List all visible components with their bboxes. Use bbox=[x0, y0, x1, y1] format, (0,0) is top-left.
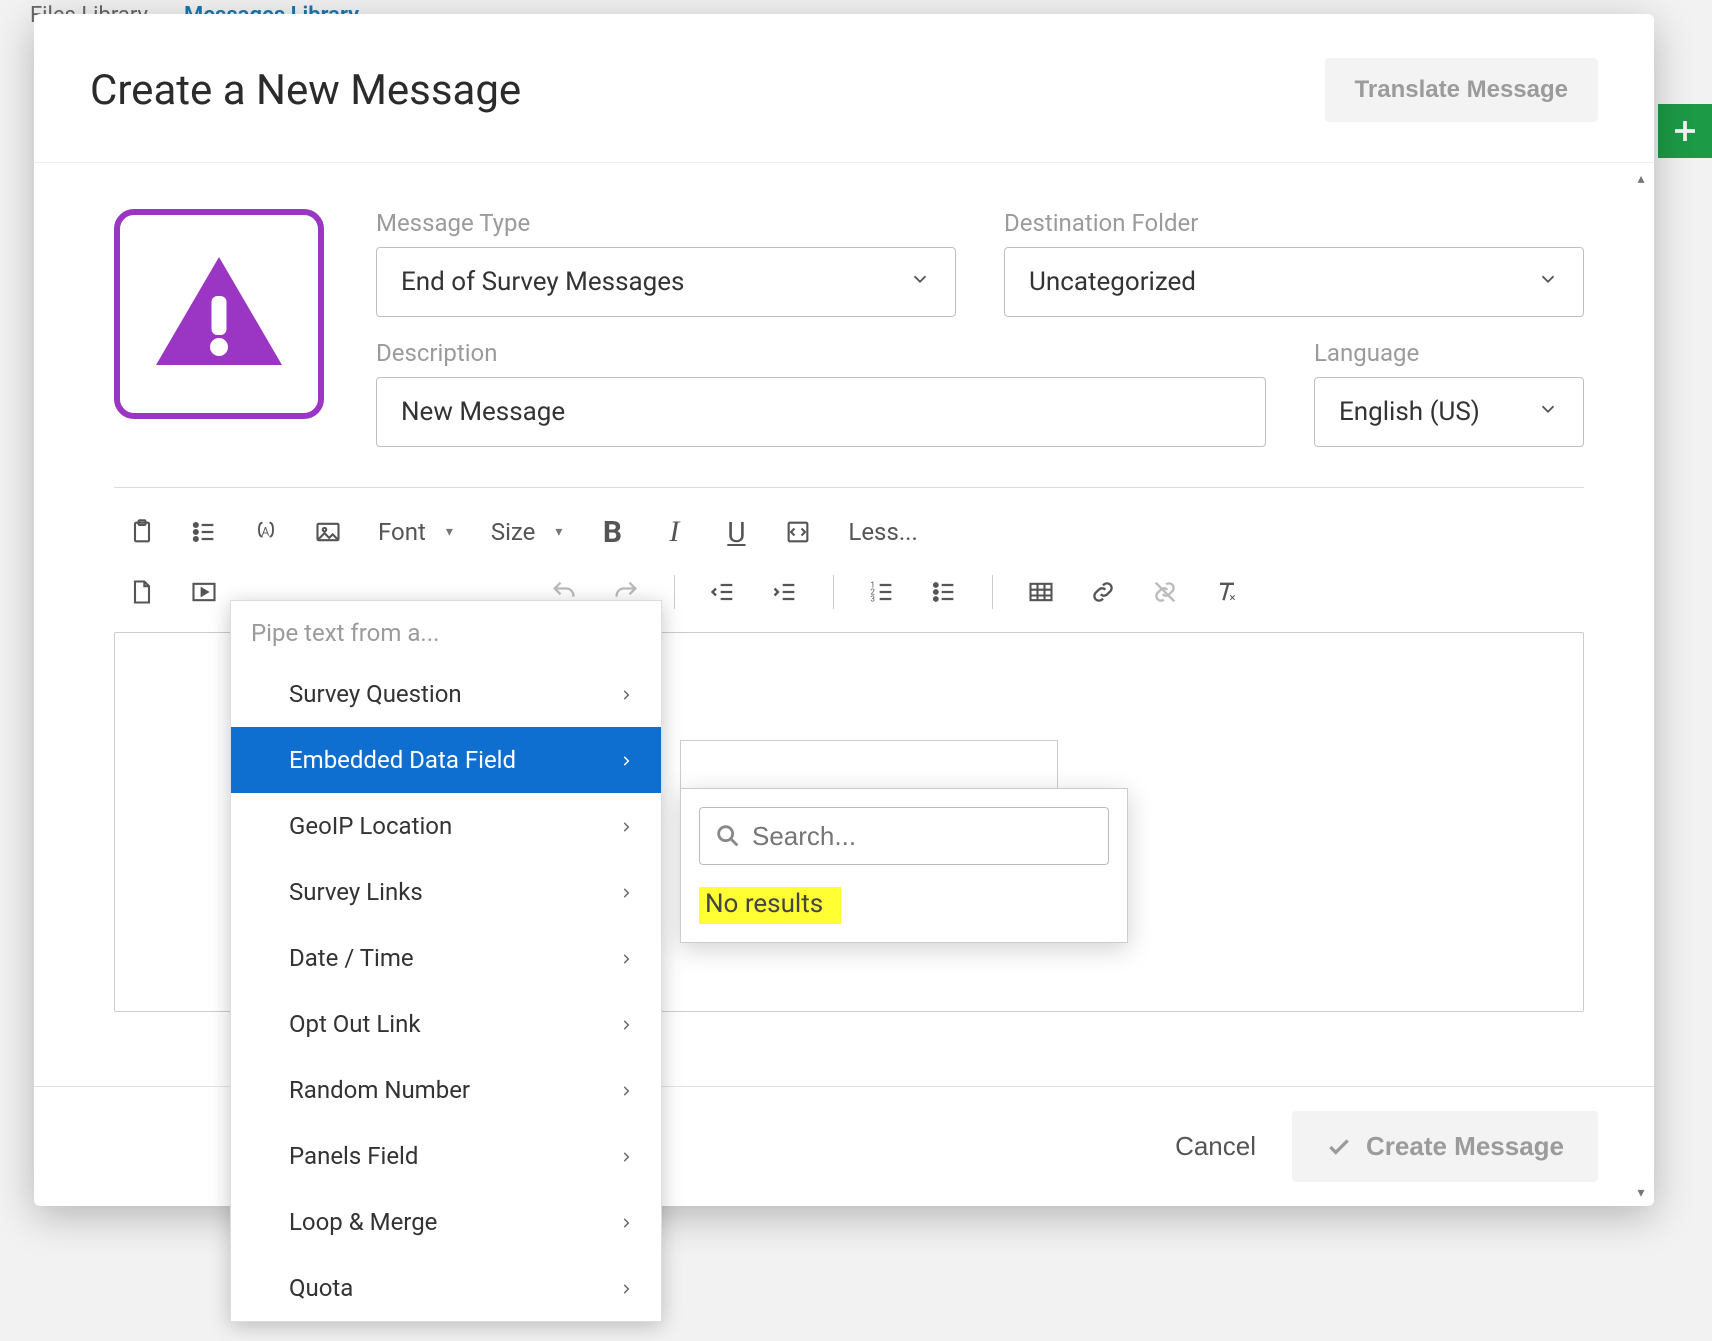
pipe-menu-item-label: Quota bbox=[289, 1274, 353, 1302]
media-icon[interactable] bbox=[182, 570, 226, 614]
svg-text:3: 3 bbox=[870, 593, 875, 603]
embedded-data-search[interactable] bbox=[699, 807, 1109, 865]
language-value: English (US) bbox=[1339, 397, 1480, 427]
remove-format-icon[interactable]: × bbox=[1205, 570, 1249, 614]
table-icon[interactable] bbox=[1019, 570, 1063, 614]
create-message-button[interactable]: Create Message bbox=[1292, 1111, 1598, 1182]
chevron-down-icon bbox=[1537, 397, 1559, 427]
pipe-menu-item[interactable]: Random Number bbox=[231, 1057, 661, 1123]
chevron-right-icon bbox=[619, 1274, 633, 1302]
cancel-button[interactable]: Cancel bbox=[1175, 1131, 1256, 1162]
embedded-data-search-input[interactable] bbox=[752, 821, 1094, 852]
pipe-menu-item-label: Date / Time bbox=[289, 944, 414, 972]
modal-header: Create a New Message Translate Message bbox=[34, 14, 1654, 163]
size-dropdown[interactable]: Size bbox=[481, 518, 573, 546]
toolbar-divider bbox=[833, 575, 834, 609]
pipe-menu-item[interactable]: Survey Links bbox=[231, 859, 661, 925]
link-icon[interactable] bbox=[1081, 570, 1125, 614]
svg-text:A: A bbox=[262, 525, 270, 539]
image-icon[interactable] bbox=[306, 510, 350, 554]
less-toggle[interactable]: Less... bbox=[838, 518, 927, 546]
underline-button[interactable]: U bbox=[714, 510, 758, 554]
unlink-icon[interactable] bbox=[1143, 570, 1187, 614]
chevron-right-icon bbox=[619, 812, 633, 840]
pipe-menu-item[interactable]: Opt Out Link bbox=[231, 991, 661, 1057]
pipe-menu-item[interactable]: GeoIP Location bbox=[231, 793, 661, 859]
pipe-menu-item[interactable]: Date / Time bbox=[231, 925, 661, 991]
chevron-right-icon bbox=[619, 1208, 633, 1236]
no-results-text: No results bbox=[699, 887, 841, 924]
file-icon[interactable] bbox=[120, 570, 164, 614]
pipe-menu-item-label: Random Number bbox=[289, 1076, 470, 1104]
search-icon bbox=[714, 822, 742, 850]
message-type-icon bbox=[114, 209, 324, 419]
piped-text-menu-header: Pipe text from a... bbox=[231, 601, 661, 661]
numbered-list-icon[interactable]: 123 bbox=[860, 570, 904, 614]
paste-icon[interactable] bbox=[120, 510, 164, 554]
submenu-anchor-box bbox=[680, 740, 1058, 794]
pipe-menu-item-label: Survey Links bbox=[289, 878, 423, 906]
chevron-down-icon bbox=[1537, 267, 1559, 297]
pipe-menu-item[interactable]: Survey Question bbox=[231, 661, 661, 727]
chevron-right-icon bbox=[619, 746, 633, 774]
bulleted-list-icon[interactable] bbox=[182, 510, 226, 554]
modal-title: Create a New Message bbox=[90, 66, 521, 115]
pipe-menu-item-label: Embedded Data Field bbox=[289, 746, 516, 774]
toolbar-divider bbox=[674, 575, 675, 609]
pipe-menu-item-label: Panels Field bbox=[289, 1142, 418, 1170]
font-dropdown[interactable]: Font bbox=[368, 518, 463, 546]
piped-text-menu: Pipe text from a... Survey Question Embed… bbox=[230, 600, 662, 1322]
bullet-list-icon[interactable] bbox=[922, 570, 966, 614]
pipe-menu-item[interactable]: Embedded Data Field bbox=[231, 727, 661, 793]
pipe-menu-item[interactable]: Loop & Merge bbox=[231, 1189, 661, 1255]
piped-text-icon[interactable]: A bbox=[244, 510, 288, 554]
scroll-up-arrow[interactable] bbox=[1632, 170, 1650, 188]
pipe-menu-item-label: Opt Out Link bbox=[289, 1010, 421, 1038]
bold-button[interactable]: B bbox=[590, 510, 634, 554]
pipe-menu-item[interactable]: Quota bbox=[231, 1255, 661, 1321]
destination-folder-value: Uncategorized bbox=[1029, 267, 1196, 297]
pipe-menu-item-label: Survey Question bbox=[289, 680, 462, 708]
chevron-right-icon bbox=[619, 680, 633, 708]
destination-folder-label: Destination Folder bbox=[1004, 209, 1584, 237]
italic-button[interactable]: I bbox=[652, 510, 696, 554]
indent-icon[interactable] bbox=[763, 570, 807, 614]
chevron-right-icon bbox=[619, 1142, 633, 1170]
description-value: New Message bbox=[401, 397, 565, 427]
chevron-right-icon bbox=[619, 1010, 633, 1038]
language-select[interactable]: English (US) bbox=[1314, 377, 1584, 447]
check-icon bbox=[1326, 1134, 1352, 1160]
toolbar-divider bbox=[992, 575, 993, 609]
outdent-icon[interactable] bbox=[701, 570, 745, 614]
pipe-menu-item[interactable]: Panels Field bbox=[231, 1123, 661, 1189]
svg-text:×: × bbox=[1229, 590, 1235, 604]
chevron-right-icon bbox=[619, 878, 633, 906]
pipe-menu-item-label: GeoIP Location bbox=[289, 812, 452, 840]
language-label: Language bbox=[1314, 339, 1584, 367]
chevron-right-icon bbox=[619, 1076, 633, 1104]
destination-folder-select[interactable]: Uncategorized bbox=[1004, 247, 1584, 317]
message-type-select[interactable]: End of Survey Messages bbox=[376, 247, 956, 317]
description-input[interactable]: New Message bbox=[376, 377, 1266, 447]
pipe-menu-item-label: Loop & Merge bbox=[289, 1208, 437, 1236]
embedded-data-popover: No results bbox=[680, 788, 1128, 943]
chevron-right-icon bbox=[619, 944, 633, 972]
message-type-value: End of Survey Messages bbox=[401, 267, 684, 297]
source-icon[interactable] bbox=[776, 510, 820, 554]
chevron-down-icon bbox=[909, 267, 931, 297]
description-label: Description bbox=[376, 339, 1266, 367]
warning-triangle-icon bbox=[144, 239, 294, 389]
message-type-label: Message Type bbox=[376, 209, 956, 237]
translate-message-button[interactable]: Translate Message bbox=[1325, 58, 1598, 122]
